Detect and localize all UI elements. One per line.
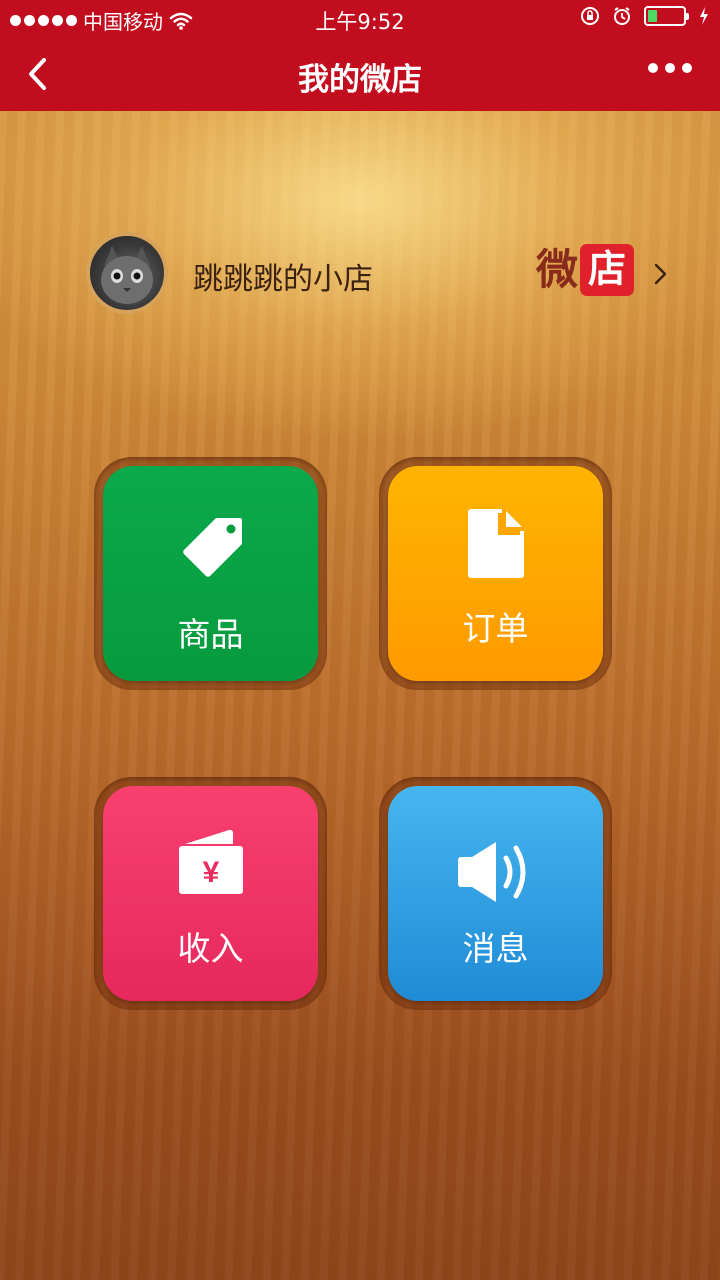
shop-header-row[interactable]: 跳跳跳的小店 微 店: [86, 232, 686, 316]
tile-label: 收入: [177, 929, 244, 968]
logo-text-dian: 店: [580, 244, 635, 296]
tile-well-orders: 订单: [379, 457, 612, 690]
chevron-right-icon[interactable]: [652, 260, 670, 288]
tile-label: 订单: [462, 609, 529, 648]
status-bar: 中国移动 上午9:52: [0, 0, 720, 36]
tile-well-income: ¥ 收入: [94, 777, 327, 1010]
nav-bar: 我的微店: [0, 36, 720, 111]
speaker-icon: [388, 840, 603, 904]
tile-label: 消息: [462, 929, 529, 968]
tile-income[interactable]: ¥ 收入: [103, 786, 318, 1001]
weidian-logo: 微 店: [536, 244, 635, 296]
alarm-icon: [614, 7, 630, 25]
tile-products[interactable]: 商品: [103, 466, 318, 681]
page-title: 我的微店: [298, 62, 422, 98]
battery-icon: [644, 6, 689, 26]
tile-well-messages: 消息: [379, 777, 612, 1010]
tile-messages[interactable]: 消息: [388, 786, 603, 1001]
more-options-button[interactable]: [648, 63, 692, 73]
charging-icon: [700, 7, 708, 25]
tag-icon: [103, 514, 318, 584]
avatar[interactable]: [86, 232, 168, 314]
tile-well-products: 商品: [94, 457, 327, 690]
wallet-yuan-icon: ¥: [103, 826, 318, 896]
logo-text-wei: 微: [536, 245, 579, 294]
shop-name: 跳跳跳的小店: [193, 262, 373, 297]
svg-text:¥: ¥: [202, 856, 219, 889]
tile-orders[interactable]: 订单: [388, 466, 603, 681]
status-right: [580, 6, 710, 26]
document-icon: [388, 508, 603, 580]
rotation-lock-icon: [581, 7, 599, 25]
tile-label: 商品: [177, 615, 244, 654]
